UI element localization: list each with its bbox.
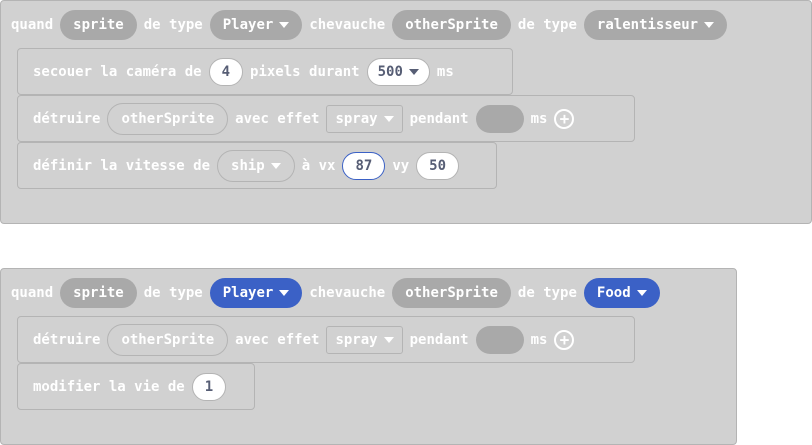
overlaps-label: chevauche xyxy=(309,285,386,301)
with-effect-label: avec effet xyxy=(235,110,320,127)
chevron-down-icon xyxy=(270,162,281,169)
vy-input[interactable]: 50 xyxy=(416,151,460,180)
plus-icon[interactable]: + xyxy=(554,329,575,350)
with-effect-label: avec effet xyxy=(235,331,320,348)
effect-dropdown[interactable]: spray xyxy=(326,104,403,133)
change-life-label: modifier la vie de xyxy=(33,378,185,395)
duration-input-slot[interactable] xyxy=(475,325,524,354)
chevron-down-icon xyxy=(408,68,419,75)
sprite-variable[interactable]: sprite xyxy=(60,10,137,40)
camera-shake-statement[interactable]: secouer la caméra de 4 pixels durant 500… xyxy=(17,48,513,95)
when-label: quand xyxy=(11,285,54,301)
chevron-down-icon xyxy=(383,115,394,122)
effect-value: spray xyxy=(335,110,378,127)
duration-input-slot[interactable] xyxy=(475,104,524,133)
chevron-down-icon xyxy=(704,22,715,28)
ms-label: ms xyxy=(436,63,454,80)
of-type-label: de type xyxy=(143,285,203,301)
during-label: pendant xyxy=(409,110,469,127)
during-label: pendant xyxy=(409,331,469,348)
sprite-kind-dropdown[interactable]: Player xyxy=(209,278,303,308)
overlaps-label: chevauche xyxy=(309,17,386,33)
life-amount-input[interactable]: 1 xyxy=(191,372,227,401)
other-kind-value: ralentisseur xyxy=(596,17,699,33)
ms-label: ms xyxy=(530,110,548,127)
sprite-kind-dropdown[interactable]: Player xyxy=(209,10,303,40)
ms-label: ms xyxy=(530,331,548,348)
other-kind-dropdown[interactable]: Food xyxy=(583,278,660,308)
of-type-label: de type xyxy=(143,17,203,33)
plus-icon[interactable]: + xyxy=(554,108,575,129)
destroy-target-variable[interactable]: otherSprite xyxy=(107,323,229,356)
destroy-target-variable[interactable]: otherSprite xyxy=(107,102,229,135)
overlap-event-block-2[interactable]: quand sprite de type Player chevauche ot… xyxy=(0,268,737,445)
shake-amount-input[interactable]: 4 xyxy=(208,57,244,86)
vy-label: vy xyxy=(392,157,410,174)
vx-input[interactable]: 87 xyxy=(342,151,386,180)
pixels-during-label: pixels durant xyxy=(250,63,360,80)
chevron-down-icon xyxy=(383,336,394,343)
chevron-down-icon xyxy=(279,22,290,28)
destroy-label: détruire xyxy=(33,331,101,348)
effect-dropdown[interactable]: spray xyxy=(326,325,403,354)
of-type-label: de type xyxy=(517,285,577,301)
when-label: quand xyxy=(11,17,54,33)
duration-dropdown[interactable]: 500 xyxy=(366,57,430,86)
sprite-variable[interactable]: sprite xyxy=(60,278,137,308)
set-velocity-label: définir la vitesse de xyxy=(33,157,211,174)
destroy-statement[interactable]: détruire otherSprite avec effet spray pe… xyxy=(17,95,635,142)
sprite-kind-value: Player xyxy=(222,17,274,33)
duration-value: 500 xyxy=(377,63,403,80)
other-sprite-variable[interactable]: otherSprite xyxy=(392,278,511,308)
of-type-label: de type xyxy=(517,17,577,33)
vx-label: à vx xyxy=(301,157,336,174)
other-kind-value: Food xyxy=(596,285,631,301)
velocity-target-dropdown[interactable]: ship xyxy=(217,149,295,182)
other-kind-dropdown[interactable]: ralentisseur xyxy=(583,10,728,40)
set-velocity-statement[interactable]: définir la vitesse de ship à vx 87 vy 50 xyxy=(17,142,497,189)
chevron-down-icon xyxy=(636,290,647,296)
chevron-down-icon xyxy=(279,290,290,296)
shake-label: secouer la caméra de xyxy=(33,63,202,80)
destroy-label: détruire xyxy=(33,110,101,127)
destroy-statement[interactable]: détruire otherSprite avec effet spray pe… xyxy=(17,316,635,363)
effect-value: spray xyxy=(335,331,378,348)
other-sprite-variable[interactable]: otherSprite xyxy=(392,10,511,40)
overlap-event-block-1[interactable]: quand sprite de type Player chevauche ot… xyxy=(0,0,812,224)
change-life-statement[interactable]: modifier la vie de 1 xyxy=(17,363,255,410)
velocity-target-value: ship xyxy=(231,157,265,174)
sprite-kind-value: Player xyxy=(222,285,274,301)
